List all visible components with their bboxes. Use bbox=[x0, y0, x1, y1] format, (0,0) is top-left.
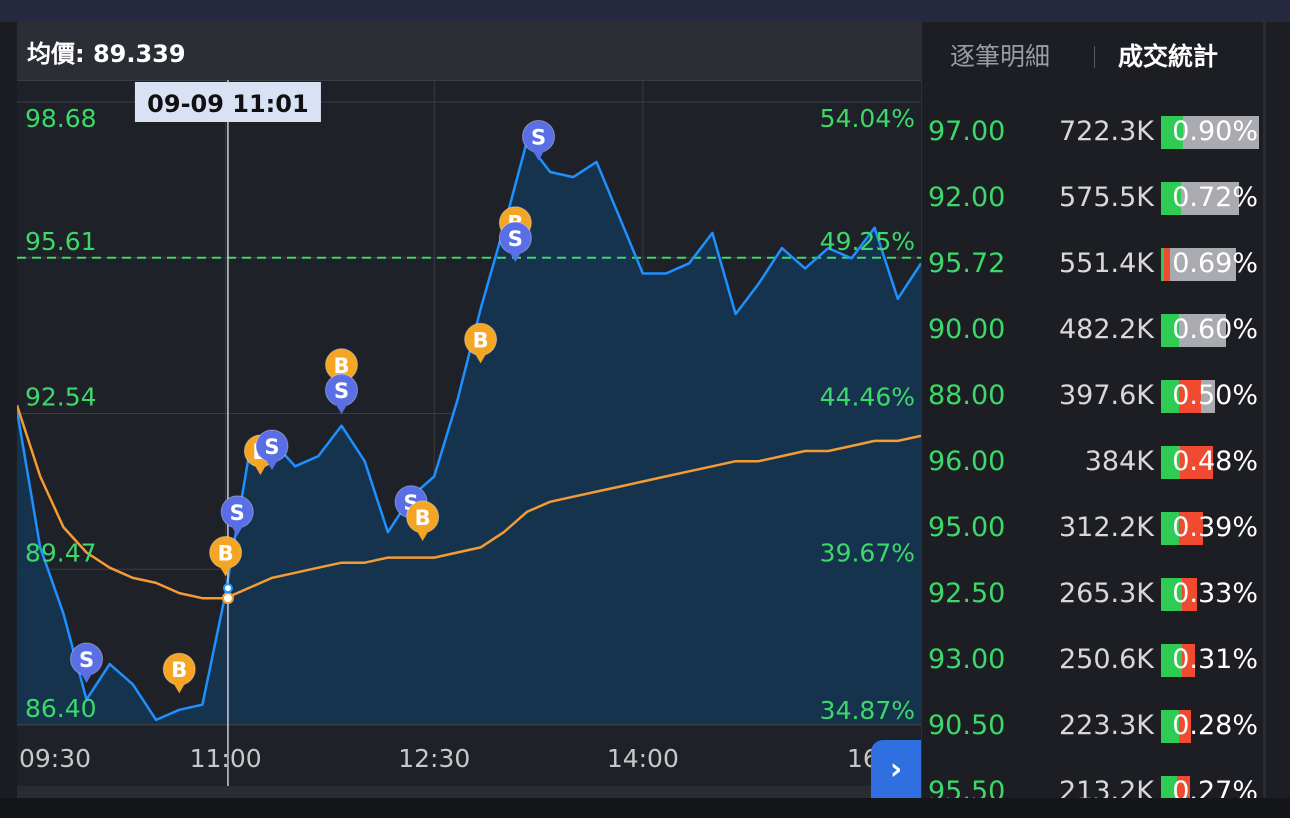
marker-pin bbox=[334, 402, 349, 415]
crosshair-price-dot bbox=[222, 583, 233, 594]
stat-row[interactable]: 96.00 384K 0.48% bbox=[922, 440, 1290, 484]
x-axis-tick-label: 09:30 bbox=[19, 744, 91, 773]
tab-separator bbox=[1094, 46, 1095, 68]
marker-pin bbox=[172, 681, 187, 694]
stat-price: 90.00 bbox=[928, 314, 1006, 345]
intraday-chart-panel[interactable]: 均價: 89.339 98.68 95.61 92.54 89.47 86.40 54.0… bbox=[17, 22, 922, 798]
x-axis-tick-label: 12:30 bbox=[398, 744, 470, 773]
stat-percent: 0.31% bbox=[1172, 644, 1258, 675]
bottom-bar bbox=[0, 798, 1290, 818]
stat-percent: 0.50% bbox=[1172, 380, 1258, 411]
next-button[interactable]: › bbox=[871, 740, 921, 798]
marker-label: B bbox=[218, 542, 234, 566]
stat-row[interactable]: 95.72 551.4K 0.69% bbox=[922, 242, 1290, 286]
left-axis-tick-label: 89.47 bbox=[25, 538, 97, 567]
stat-price: 88.00 bbox=[928, 380, 1006, 411]
right-axis-tick-label: 44.46% bbox=[820, 383, 915, 412]
stat-row[interactable]: 93.00 250.6K 0.31% bbox=[922, 638, 1290, 682]
stat-row[interactable]: 92.00 575.5K 0.72% bbox=[922, 176, 1290, 220]
tooltip-datetime: 09-09 11:01 bbox=[147, 90, 309, 118]
stat-row[interactable]: 97.00 722.3K 0.90% bbox=[922, 110, 1290, 154]
marker-label: S bbox=[79, 648, 94, 672]
tab-tick-details[interactable]: 逐筆明細 bbox=[950, 40, 1050, 74]
price-chart[interactable]: 98.68 95.61 92.54 89.47 86.40 54.04% 49.25% 44.… bbox=[17, 22, 921, 798]
price-area bbox=[17, 141, 921, 725]
chevron-right-icon: › bbox=[889, 751, 903, 787]
stat-volume: 265.3K bbox=[1058, 578, 1154, 609]
right-axis-tick-label: 39.67% bbox=[820, 538, 915, 567]
marker-label: S bbox=[334, 379, 349, 403]
stat-percent: 0.39% bbox=[1172, 512, 1258, 543]
crosshair-avg-dot bbox=[221, 592, 234, 605]
left-axis-tick-label: 98.68 bbox=[25, 104, 97, 133]
stat-percent: 0.60% bbox=[1172, 314, 1258, 345]
x-axis-tick-label: 11:00 bbox=[190, 744, 262, 773]
right-axis-tick-label: 49.25% bbox=[820, 227, 915, 256]
stat-price: 95.00 bbox=[928, 512, 1006, 543]
stat-row[interactable]: 90.00 482.2K 0.60% bbox=[922, 308, 1290, 352]
tab-trade-stats[interactable]: 成交統計 bbox=[1118, 40, 1218, 74]
stat-volume: 551.4K bbox=[1058, 248, 1154, 279]
stat-percent: 0.72% bbox=[1172, 182, 1258, 213]
marker-label: B bbox=[415, 506, 431, 530]
left-axis-tick-label: 92.54 bbox=[25, 383, 97, 412]
top-status-bar bbox=[0, 0, 1290, 22]
stat-percent: 0.69% bbox=[1172, 248, 1258, 279]
stat-price: 96.00 bbox=[928, 446, 1006, 477]
marker-label: S bbox=[508, 227, 523, 251]
stat-volume: 482.2K bbox=[1058, 314, 1154, 345]
chart-scroll-strip[interactable] bbox=[17, 786, 871, 798]
stats-scrollbar[interactable] bbox=[1263, 22, 1266, 798]
stat-percent: 0.28% bbox=[1172, 710, 1258, 741]
stat-row[interactable]: 95.00 312.2K 0.39% bbox=[922, 506, 1290, 550]
stat-row[interactable]: 92.50 265.3K 0.33% bbox=[922, 572, 1290, 616]
stat-price: 95.72 bbox=[928, 248, 1006, 279]
marker-label: B bbox=[473, 328, 489, 352]
right-axis-tick-label: 54.04% bbox=[820, 104, 915, 133]
marker-label: S bbox=[264, 435, 279, 459]
right-axis-tick-label: 34.87% bbox=[820, 696, 915, 725]
marker-label: S bbox=[230, 501, 245, 525]
stat-price: 92.50 bbox=[928, 578, 1006, 609]
stat-row[interactable]: 90.50 223.3K 0.28% bbox=[922, 704, 1290, 748]
stat-volume: 312.2K bbox=[1058, 512, 1154, 543]
stat-volume: 384K bbox=[1084, 446, 1154, 477]
stat-volume: 575.5K bbox=[1058, 182, 1154, 213]
stat-price: 92.00 bbox=[928, 182, 1006, 213]
stat-volume: 223.3K bbox=[1058, 710, 1154, 741]
stat-price: 90.50 bbox=[928, 710, 1006, 741]
left-axis-tick-label: 86.40 bbox=[25, 694, 97, 723]
x-axis-tick-label: 14:00 bbox=[607, 744, 679, 773]
trade-stats-panel: 逐筆明細 成交統計 97.00 722.3K 0.90% 92.00 575.5K 0.7… bbox=[922, 22, 1290, 809]
stat-price: 97.00 bbox=[928, 116, 1006, 147]
marker-label: B bbox=[171, 658, 187, 682]
left-axis-tick-label: 95.61 bbox=[25, 227, 97, 256]
stat-volume: 250.6K bbox=[1058, 644, 1154, 675]
stats-tabs: 逐筆明細 成交統計 bbox=[922, 22, 1290, 94]
marker-label: S bbox=[531, 125, 546, 149]
stat-percent: 0.90% bbox=[1172, 116, 1258, 147]
stat-percent: 0.48% bbox=[1172, 446, 1258, 477]
stat-percent: 0.33% bbox=[1172, 578, 1258, 609]
stat-volume: 722.3K bbox=[1058, 116, 1154, 147]
stat-row[interactable]: 88.00 397.6K 0.50% bbox=[922, 374, 1290, 418]
stat-volume: 397.6K bbox=[1058, 380, 1154, 411]
stat-price: 93.00 bbox=[928, 644, 1006, 675]
